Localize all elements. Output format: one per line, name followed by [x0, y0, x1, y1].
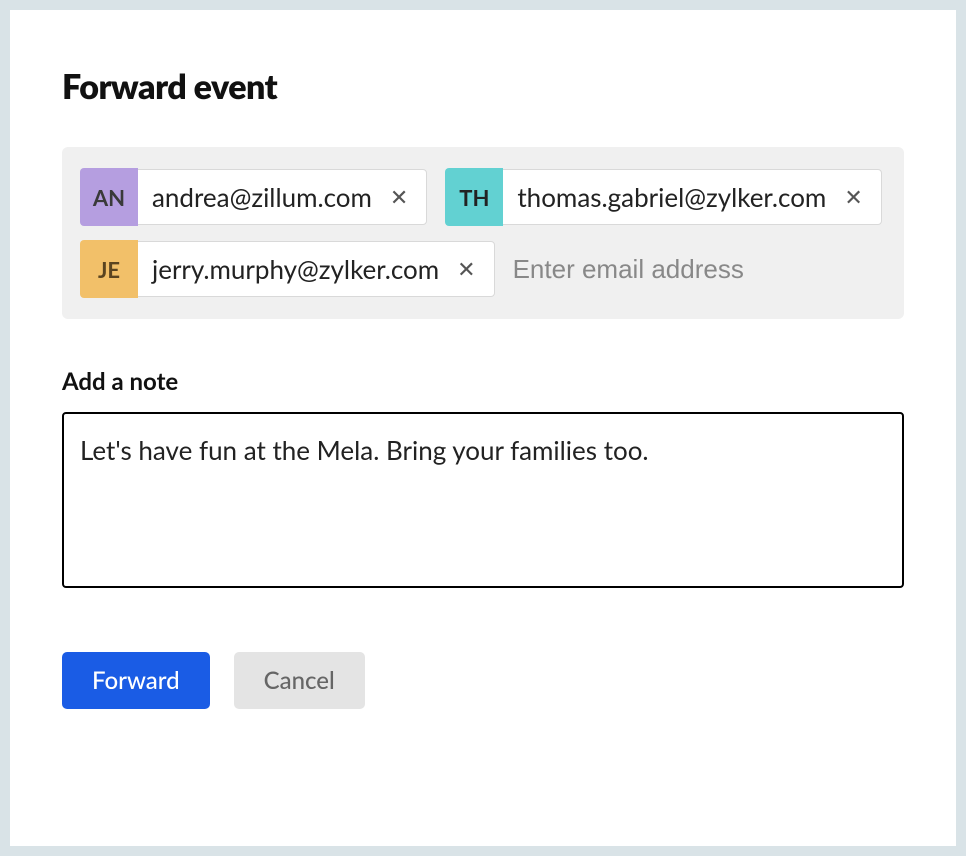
recipient-email: jerry.murphy@zylker.com	[138, 253, 453, 285]
forward-event-dialog: Forward event AN andrea@zillum.com ✕ TH …	[10, 10, 956, 846]
avatar: AN	[80, 168, 138, 226]
forward-button[interactable]: Forward	[62, 652, 210, 709]
close-icon[interactable]: ✕	[840, 182, 866, 212]
dialog-title: Forward event	[62, 66, 904, 107]
recipient-chip: TH thomas.gabriel@zylker.com ✕	[445, 169, 881, 225]
close-icon[interactable]: ✕	[453, 254, 479, 284]
recipient-email: andrea@zillum.com	[138, 181, 386, 213]
button-row: Forward Cancel	[62, 652, 904, 709]
note-label: Add a note	[62, 367, 904, 396]
recipient-chip: JE jerry.murphy@zylker.com ✕	[80, 241, 495, 297]
avatar: JE	[80, 240, 138, 298]
recipient-chip: AN andrea@zillum.com ✕	[80, 169, 427, 225]
note-textarea[interactable]	[62, 412, 904, 588]
close-icon[interactable]: ✕	[386, 182, 412, 212]
recipients-area[interactable]: AN andrea@zillum.com ✕ TH thomas.gabriel…	[62, 147, 904, 319]
recipient-email: thomas.gabriel@zylker.com	[503, 181, 840, 213]
avatar: TH	[445, 168, 503, 226]
email-input[interactable]	[513, 241, 886, 297]
cancel-button[interactable]: Cancel	[234, 652, 365, 709]
